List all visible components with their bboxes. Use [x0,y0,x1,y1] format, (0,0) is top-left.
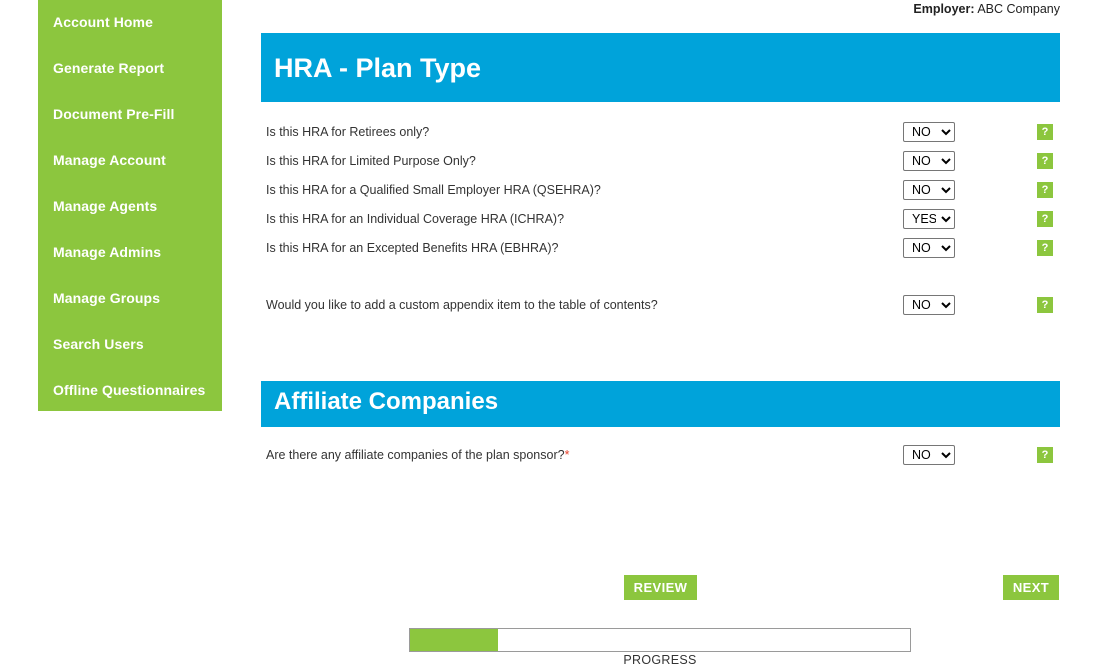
question-label: Is this HRA for Limited Purpose Only? [266,154,476,168]
help-icon[interactable]: ? [1037,447,1053,463]
question-label-text: Are there any affiliate companies of the… [266,448,565,462]
section-title-affiliate-companies: Affiliate Companies [274,388,499,415]
question-label: Are there any affiliate companies of the… [266,445,569,465]
section-header-hra-plan-type: HRA - Plan Type [261,33,1060,102]
question-label: Is this HRA for an Excepted Benefits HRA… [266,241,559,255]
question-row-retirees-only: Is this HRA for Retirees only? NOYES ? [0,122,1099,142]
select-ichra[interactable]: NOYES [903,209,955,229]
employer-info: Employer: ABC Company [913,2,1060,16]
sidebar-item-generate-report[interactable]: Generate Report [53,57,222,79]
progress-bar [409,628,911,652]
next-button[interactable]: NEXT [1003,575,1059,600]
select-qsehra[interactable]: NOYES [903,180,955,200]
sidebar-item-offline-questionnaires[interactable]: Offline Questionnaires [53,379,222,401]
help-icon[interactable]: ? [1037,297,1053,313]
section-header-affiliate-companies: Affiliate Companies [261,381,1060,427]
sidebar-item-account-home[interactable]: Account Home [53,11,222,33]
question-row-limited-purpose: Is this HRA for Limited Purpose Only? NO… [0,151,1099,171]
question-row-affiliate-companies: Are there any affiliate companies of the… [0,445,1099,465]
question-label: Is this HRA for an Individual Coverage H… [266,212,565,226]
help-icon[interactable]: ? [1037,211,1053,227]
select-ebhra[interactable]: NOYES [903,238,955,258]
progress-label: PROGRESS [623,653,697,667]
employer-label: Employer: [913,2,975,16]
help-icon[interactable]: ? [1037,153,1053,169]
help-icon[interactable]: ? [1037,124,1053,140]
question-label: Would you like to add a custom appendix … [266,298,658,312]
select-custom-appendix[interactable]: NOYES [903,295,955,315]
question-row-ichra: Is this HRA for an Individual Coverage H… [0,209,1099,229]
employer-name: ABC Company [977,2,1060,16]
help-icon[interactable]: ? [1037,182,1053,198]
select-retirees-only[interactable]: NOYES [903,122,955,142]
section-title-hra-plan-type: HRA - Plan Type [274,53,482,83]
question-row-ebhra: Is this HRA for an Excepted Benefits HRA… [0,238,1099,258]
select-limited-purpose[interactable]: NOYES [903,151,955,171]
help-icon[interactable]: ? [1037,240,1053,256]
required-asterisk: * [564,448,570,462]
sidebar-item-search-users[interactable]: Search Users [53,333,222,355]
select-affiliate-companies[interactable]: NOYES [903,445,955,465]
sidebar: Account Home Generate Report Document Pr… [38,0,222,411]
progress-bar-fill [410,629,498,651]
review-button[interactable]: REVIEW [624,575,697,600]
question-row-qsehra: Is this HRA for a Qualified Small Employ… [0,180,1099,200]
question-label: Is this HRA for a Qualified Small Employ… [266,183,601,197]
question-label: Is this HRA for Retirees only? [266,125,430,139]
question-row-custom-appendix: Would you like to add a custom appendix … [0,295,1099,315]
